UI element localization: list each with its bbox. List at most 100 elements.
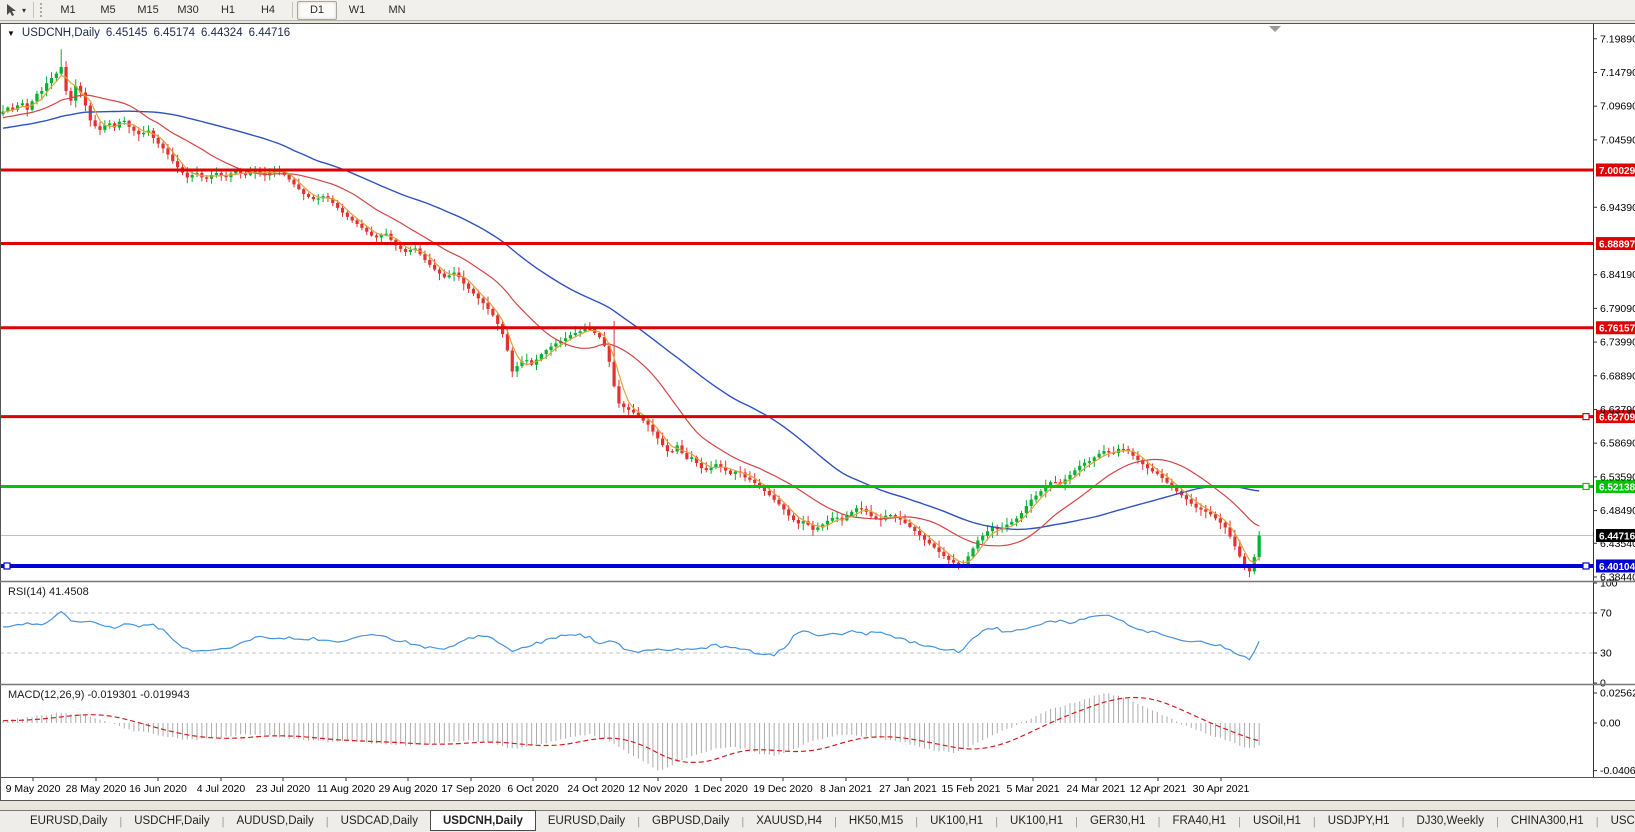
svg-text:4 Jul 2020: 4 Jul 2020 (197, 783, 246, 795)
svg-text:7.04590: 7.04590 (1600, 134, 1635, 146)
svg-text:1 Dec 2020: 1 Dec 2020 (694, 783, 748, 795)
svg-text:27 Jan 2021: 27 Jan 2021 (879, 783, 937, 795)
chart-tab-eurusd-daily[interactable]: EURUSD,Daily (18, 812, 119, 831)
fast-ma-line (3, 76, 1259, 563)
timeframe-d1-button[interactable]: D1 (297, 1, 337, 20)
svg-text:6.52138: 6.52138 (1599, 482, 1635, 493)
svg-text:6.58690: 6.58690 (1600, 438, 1635, 450)
candles-layer (1, 49, 1260, 577)
svg-text:0.00: 0.00 (1600, 718, 1621, 730)
svg-text:6.79090: 6.79090 (1600, 303, 1635, 315)
horizontal-line-6.40104[interactable]: 6.40104 (0, 559, 1635, 573)
svg-text:70: 70 (1600, 608, 1612, 620)
chart-tab-usdcnh-daily[interactable]: USDCNH,Daily (430, 810, 536, 831)
macd-signal-line (3, 698, 1259, 763)
chart-tab-audusd-daily[interactable]: AUDUSD,Daily (224, 812, 325, 831)
chart-tab-ger30-h1[interactable]: GER30,H1 (1078, 812, 1158, 831)
svg-text:23 Jul 2020: 23 Jul 2020 (256, 783, 310, 795)
moving-averages-layer (3, 76, 1259, 563)
timeframe-m15-button[interactable]: M15 (128, 1, 168, 20)
svg-text:24 Oct 2020: 24 Oct 2020 (567, 783, 624, 795)
line-handle (1583, 483, 1589, 489)
crosshair-tool-icon[interactable] (3, 2, 21, 18)
chart-tab-hk50-m15[interactable]: HK50,M15 (837, 812, 915, 831)
svg-text:0.025623: 0.025623 (1600, 687, 1635, 699)
toolbar-separator (292, 2, 293, 18)
svg-text:19 Dec 2020: 19 Dec 2020 (753, 783, 813, 795)
chart-tab-china300-h1[interactable]: CHINA300,H1 (1499, 812, 1596, 831)
svg-text:7.19890: 7.19890 (1600, 33, 1635, 45)
pane-frame (0, 23, 1635, 801)
svg-text:17 Sep 2020: 17 Sep 2020 (441, 783, 501, 795)
svg-text:12 Apr 2021: 12 Apr 2021 (1130, 783, 1187, 795)
svg-text:6.53590: 6.53590 (1600, 471, 1635, 483)
timeframe-h4-button[interactable]: H4 (248, 1, 288, 20)
horizontal-line-6.76157[interactable]: 6.76157 (0, 321, 1635, 335)
svg-text:100: 100 (1600, 578, 1618, 590)
svg-text:7.14790: 7.14790 (1600, 67, 1635, 79)
horizontal-line-6.88897[interactable]: 6.88897 (0, 237, 1635, 251)
horizontal-line-6.62709[interactable]: 6.62709 (0, 410, 1635, 424)
slow-ma-line (3, 111, 1259, 529)
svg-text:6.88897: 6.88897 (1599, 240, 1635, 251)
chart-tab-usdcad-daily[interactable]: USDCAD,Daily (329, 812, 430, 831)
chart-shift-marker-icon[interactable] (1269, 26, 1281, 32)
svg-text:12 Nov 2020: 12 Nov 2020 (628, 783, 688, 795)
chart-tab-dj30-weekly[interactable]: DJ30,Weekly (1404, 812, 1496, 831)
tool-dropdown-caret-icon[interactable]: ▾ (22, 6, 26, 15)
svg-text:6.73990: 6.73990 (1600, 337, 1635, 349)
svg-text:6 Oct 2020: 6 Oct 2020 (507, 783, 559, 795)
chart-tab-gbpusd-daily[interactable]: GBPUSD,Daily (640, 812, 741, 831)
timeframe-m30-button[interactable]: M30 (168, 1, 208, 20)
svg-text:6.63790: 6.63790 (1600, 404, 1635, 416)
line-handle (1583, 563, 1589, 569)
chart-tab-fra40-h1[interactable]: FRA40,H1 (1160, 812, 1238, 831)
rsi-line (3, 612, 1259, 660)
horizontal-lines-layer[interactable]: 7.00029 6.88897 6.76157 6.62709 6.52138 6.401… (0, 164, 1635, 573)
toolbar-separator (33, 2, 34, 18)
svg-text:6.43540: 6.43540 (1600, 538, 1635, 550)
svg-text:7.00029: 7.00029 (1599, 166, 1635, 177)
chart-tab-xauusd-h4[interactable]: XAUUSD,H4 (744, 812, 834, 831)
chart-tab-usc[interactable]: USC (1599, 812, 1635, 831)
svg-text:-0.04068: -0.04068 (1600, 765, 1635, 777)
svg-text:6.68890: 6.68890 (1600, 370, 1635, 382)
chart-tab-uk100-h1[interactable]: UK100,H1 (918, 812, 995, 831)
chart-tab-uk100-h1[interactable]: UK100,H1 (998, 812, 1075, 831)
price-axis[interactable]: 7.19890 7.14790 7.09690 7.04590 6.94390 6.841… (1593, 23, 1635, 777)
svg-text:6.94390: 6.94390 (1600, 202, 1635, 214)
chart-canvas[interactable]: 7.00029 6.88897 6.76157 6.62709 6.52138 6.401… (0, 23, 1635, 801)
timeframe-mn-button[interactable]: MN (377, 1, 417, 20)
cursor-arrow-icon (5, 3, 19, 17)
svg-text:11 Aug 2020: 11 Aug 2020 (317, 783, 375, 795)
chart-tab-eurusd-daily[interactable]: EURUSD,Daily (536, 812, 637, 831)
svg-text:28 May 2020: 28 May 2020 (66, 783, 127, 795)
rsi-pane: 10070300 (0, 578, 1618, 690)
chart-tab-usoil-h1[interactable]: USOil,H1 (1241, 812, 1313, 831)
svg-text:5 Mar 2021: 5 Mar 2021 (1006, 783, 1059, 795)
timeframe-m5-button[interactable]: M5 (88, 1, 128, 20)
timeframe-w1-button[interactable]: W1 (337, 1, 377, 20)
svg-text:9 May 2020: 9 May 2020 (6, 783, 61, 795)
date-axis[interactable]: 9 May 202028 May 202016 Jun 20204 Jul 20… (6, 777, 1250, 795)
line-handle (1583, 414, 1589, 420)
chart-tab-usdchf-daily[interactable]: USDCHF,Daily (122, 812, 221, 831)
svg-text:24 Mar 2021: 24 Mar 2021 (1067, 783, 1126, 795)
svg-text:6.76157: 6.76157 (1599, 324, 1635, 335)
svg-text:7.09690: 7.09690 (1600, 101, 1635, 113)
chart-tab-usdjpy-h1[interactable]: USDJPY,H1 (1316, 812, 1402, 831)
timeframe-button-group: M1M5M15M30H1H4 D1W1MN (48, 1, 417, 20)
svg-text:29 Aug 2020: 29 Aug 2020 (379, 783, 438, 795)
svg-text:30 Apr 2021: 30 Apr 2021 (1193, 783, 1250, 795)
chart-window: 7.00029 6.88897 6.76157 6.62709 6.52138 6.401… (0, 23, 1635, 801)
svg-text:8 Jan 2021: 8 Jan 2021 (820, 783, 872, 795)
line-handle (4, 563, 10, 569)
svg-text:6.84190: 6.84190 (1600, 269, 1635, 281)
toolbar-grip[interactable] (40, 3, 42, 17)
toolbar: ▾ M1M5M15M30H1H4 D1W1MN (0, 0, 1635, 21)
timeframe-h1-button[interactable]: H1 (208, 1, 248, 20)
svg-text:6.48490: 6.48490 (1600, 505, 1635, 517)
timeframe-m1-button[interactable]: M1 (48, 1, 88, 20)
horizontal-line-6.52138[interactable]: 6.52138 (0, 480, 1635, 494)
macd-pane: 0.025623 0.00 -0.04068 (3, 687, 1635, 777)
